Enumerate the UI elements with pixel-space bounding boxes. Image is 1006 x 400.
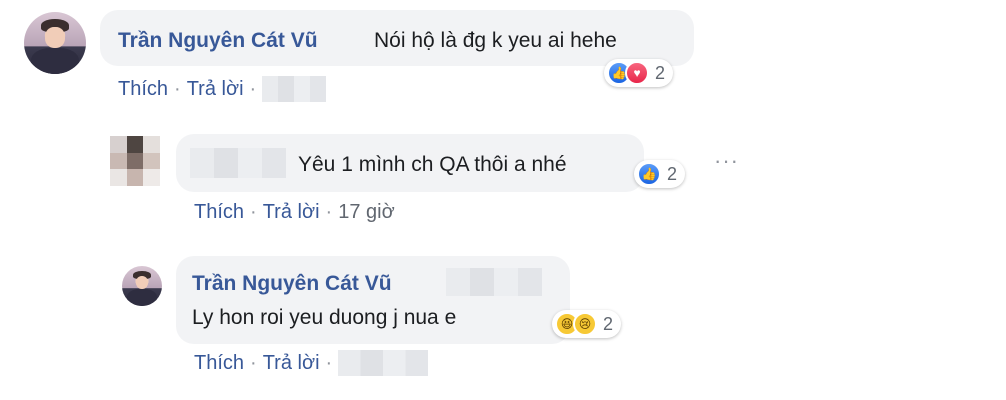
reaction-count: 2 (667, 163, 678, 184)
separator: · (250, 201, 257, 223)
avatar[interactable] (110, 136, 160, 186)
separator: · (249, 77, 257, 100)
like-icon: 👍 (637, 162, 661, 186)
comment-actions: Thích · Trả lời · 17 giờ (194, 201, 395, 224)
blurred-timestamp (262, 76, 327, 102)
comment-bubble: Yêu 1 mình ch QA thôi a nhé (176, 134, 644, 192)
avatar[interactable] (24, 12, 86, 74)
reaction-count: 2 (655, 62, 666, 83)
comment-text: Yêu 1 mình ch QA thôi a nhé (298, 153, 567, 176)
sad-icon: 😢 (573, 312, 597, 336)
reaction-summary[interactable]: 👍 2 (634, 160, 686, 188)
like-link[interactable]: Thích (194, 352, 244, 375)
reply-link[interactable]: Trả lời (187, 78, 244, 101)
reaction-summary[interactable]: 😆 😢 2 (552, 310, 622, 338)
comment-actions: Thích · Trả lời · (194, 350, 429, 376)
separator: · (250, 351, 257, 374)
blurred-timestamp (338, 350, 429, 376)
separator: · (325, 351, 333, 374)
separator: · (174, 77, 181, 100)
separator: · (325, 201, 333, 223)
comment-author[interactable]: Trần Nguyên Cát Vũ (118, 29, 318, 53)
comment-bubble: Trần Nguyên Cát Vũ Ly hon roi yeu duong … (176, 256, 570, 344)
love-icon: ♥ (625, 61, 649, 85)
reply-link[interactable]: Trả lời (263, 352, 320, 375)
like-link[interactable]: Thích (118, 78, 168, 101)
avatar[interactable] (122, 266, 162, 306)
comment-bubble: Trần Nguyên Cát Vũ Nói hộ là đg k yeu ai… (100, 10, 694, 66)
comment-actions: Thích · Trả lời · (118, 76, 327, 102)
comment-author[interactable]: Trần Nguyên Cát Vũ (192, 272, 392, 296)
more-options-icon[interactable]: ··· (714, 148, 739, 174)
timestamp[interactable]: 17 giờ (338, 201, 394, 224)
reaction-summary[interactable]: 👍 ♥ 2 (604, 59, 674, 87)
comment-text: Nói hộ là đg k yeu ai hehe (374, 29, 617, 52)
reaction-count: 2 (603, 313, 614, 334)
like-link[interactable]: Thích (194, 201, 244, 224)
blurred-tag (446, 268, 542, 296)
comment-text: Ly hon roi yeu duong j nua e (192, 306, 457, 329)
blurred-author[interactable] (190, 148, 286, 178)
reply-link[interactable]: Trả lời (263, 201, 320, 224)
